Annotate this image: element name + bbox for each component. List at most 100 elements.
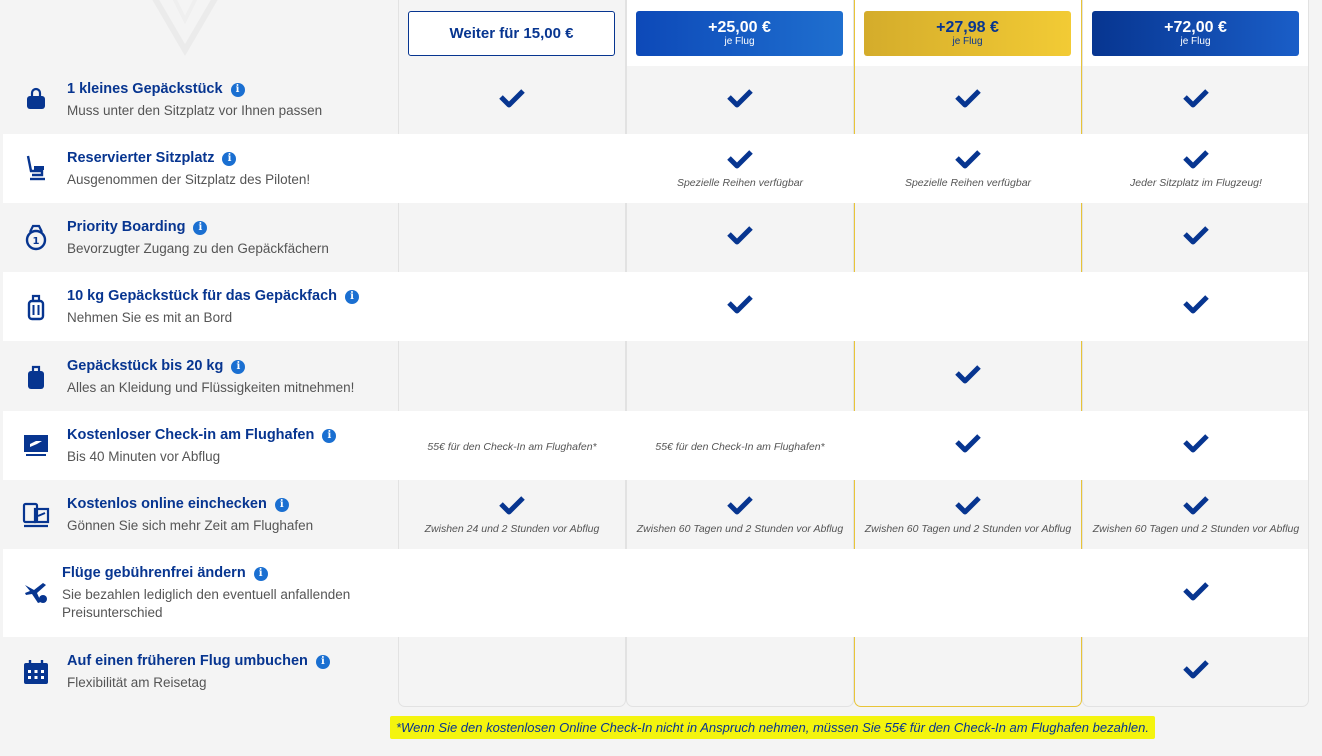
info-icon[interactable]: i: [345, 290, 359, 304]
feature-cell: [399, 341, 625, 411]
feature-cell: [1083, 411, 1309, 480]
feature-subtitle: Nehmen Sie es mit an Bord: [67, 310, 233, 325]
feature-title-text: Kostenlos online einchecken: [67, 496, 267, 512]
feature-cell: Zwishen 60 Tagen und 2 Stunden vor Abflu…: [627, 480, 853, 549]
feature-subtitle: Flexibilität am Reisetag: [67, 675, 207, 690]
feature-cell: Zwishen 24 und 2 Stunden vor Abflug: [399, 480, 625, 549]
feature-title: Kostenloser Check-in am Flughafen i: [67, 427, 337, 443]
priority-icon: 1: [21, 223, 51, 253]
suitcase-icon: [21, 362, 51, 392]
checkmark-icon: [955, 433, 981, 458]
footnote: *Wenn Sie den kostenlosen Online Check-I…: [390, 716, 1155, 739]
feature-note: 55€ für den Check-In am Flughafen*: [655, 441, 825, 453]
checkmark-icon: [1183, 433, 1209, 458]
plan-price-flexi: +72,00 €: [1164, 19, 1227, 36]
feature-cell: [855, 411, 1081, 480]
feature-cell: [627, 637, 853, 706]
feature-row: 1 Priority Boarding i Bevorzugter Zugang zu…: [3, 203, 1308, 272]
checkmark-icon: [499, 495, 525, 520]
plane-change-icon: [21, 577, 51, 607]
info-icon[interactable]: i: [315, 655, 330, 669]
feature-cell: [855, 272, 1081, 341]
select-flexi-button[interactable]: +72,00 € je Flug: [1092, 11, 1299, 56]
feature-cell: [1083, 637, 1309, 706]
checkmark-icon: [955, 364, 981, 389]
feature-title-text: Reservierter Sitzplatz: [67, 150, 215, 166]
feature-label: Kostenlos online einchecken i Gönnen Sie s…: [3, 480, 398, 549]
select-regular-button[interactable]: +25,00 € je Flug: [636, 11, 843, 56]
feature-cell: Spezielle Reihen verfügbar: [627, 134, 853, 203]
feature-cell: Spezielle Reihen verfügbar: [855, 134, 1081, 203]
feature-cell: [1083, 341, 1309, 411]
feature-cell: [399, 637, 625, 706]
feature-row: Flüge gebührenfrei ändern i Sie bezahlen l…: [3, 549, 1308, 637]
feature-title-text: 10 kg Gepäckstück für das Gepäckfach: [67, 288, 337, 304]
feature-subtitle: Bevorzugter Zugang zu den Gepäckfächern: [67, 241, 329, 256]
feature-cell: [399, 134, 625, 203]
feature-note: Zwishen 60 Tagen und 2 Stunden vor Abflu…: [864, 522, 1072, 535]
info-icon[interactable]: i: [274, 498, 289, 512]
feature-cell: Zwishen 60 Tagen und 2 Stunden vor Abflu…: [855, 480, 1081, 549]
feature-label: 1 kleines Gepäckstück i Muss unter den Sit…: [3, 66, 398, 134]
continue-basic-button[interactable]: Weiter für 15,00 €: [408, 11, 615, 56]
feature-title-text: Gepäckstück bis 20 kg: [67, 358, 224, 374]
info-icon[interactable]: i: [193, 221, 208, 235]
info-icon[interactable]: i: [222, 152, 237, 166]
info-icon[interactable]: i: [231, 360, 246, 374]
checkmark-icon: [955, 495, 981, 520]
feature-cell: [399, 272, 625, 341]
feature-label: 10 kg Gepäckstück für das Gepäckfach i Neh…: [3, 272, 398, 341]
checkmark-icon: [955, 149, 981, 174]
feature-row: Auf einen früheren Flug umbuchen i Flexibi…: [3, 637, 1308, 706]
cabin-bag-icon: [21, 293, 51, 323]
feature-note: 55€ für den Check-In am Flughafen*: [427, 441, 597, 453]
checkmark-icon: [1183, 294, 1209, 319]
feature-label: Gepäckstück bis 20 kg i Alles an Kleidung …: [3, 341, 398, 411]
checkmark-icon: [1183, 495, 1209, 520]
calendar-icon: [21, 657, 51, 687]
feature-cell: [1083, 549, 1309, 637]
feature-note: Jeder Sitzplatz im Flugzeug!: [1130, 176, 1262, 189]
feature-cell: Zwishen 60 Tagen und 2 Stunden vor Abflu…: [1083, 480, 1309, 549]
feature-title: Reservierter Sitzplatz i: [67, 150, 237, 166]
checkmark-icon: [727, 294, 753, 319]
feature-title: Flüge gebührenfrei ändern i: [62, 565, 268, 581]
feature-title: 10 kg Gepäckstück für das Gepäckfach i: [67, 288, 359, 304]
feature-row: Kostenlos online einchecken i Gönnen Sie s…: [3, 480, 1308, 549]
boarding-pass-icon: [21, 429, 51, 459]
feature-cell: [1083, 272, 1309, 341]
feature-note: Zwishen 60 Tagen und 2 Stunden vor Abflu…: [1092, 522, 1300, 535]
checkmark-icon: [727, 88, 753, 113]
feature-cell: 55€ für den Check-In am Flughafen*: [627, 411, 853, 480]
feature-row: 1 kleines Gepäckstück i Muss unter den Sit…: [3, 66, 1308, 134]
feature-row: Kostenloser Check-in am Flughafen i Bis 40…: [3, 411, 1308, 480]
info-icon[interactable]: i: [230, 83, 245, 97]
feature-title-text: Auf einen früheren Flug umbuchen: [67, 653, 308, 669]
checkmark-icon: [955, 88, 981, 113]
plan-per-flight-label: je Flug: [1180, 36, 1211, 47]
info-icon[interactable]: i: [322, 429, 337, 443]
feature-cell: [627, 272, 853, 341]
feature-subtitle: Alles an Kleidung und Flüssigkeiten mitn…: [67, 380, 355, 395]
small-bag-icon: [21, 85, 51, 115]
feature-subtitle: Bis 40 Minuten vor Abflug: [67, 449, 221, 464]
checkmark-icon: [499, 88, 525, 113]
feature-label: 1 Priority Boarding i Bevorzugter Zugang zu…: [3, 203, 398, 272]
feature-row: Reservierter Sitzplatz i Ausgenommen der S…: [3, 134, 1308, 203]
feature-note: Zwishen 24 und 2 Stunden vor Abflug: [424, 522, 600, 535]
feature-title: Gepäckstück bis 20 kg i: [67, 358, 246, 374]
plan-price-plus: +27,98 €: [936, 19, 999, 36]
seat-icon: [21, 153, 51, 183]
feature-note: Zwishen 60 Tagen und 2 Stunden vor Abflu…: [636, 522, 844, 535]
select-plus-button[interactable]: +27,98 € je Flug: [864, 11, 1071, 56]
online-checkin-icon: [21, 500, 51, 530]
feature-title: 1 kleines Gepäckstück i: [67, 81, 245, 97]
feature-cell: [855, 549, 1081, 637]
info-icon[interactable]: i: [253, 567, 268, 581]
feature-subtitle: Sie bezahlen lediglich den eventuell anf…: [62, 587, 351, 620]
feature-title-text: 1 kleines Gepäckstück: [67, 81, 223, 97]
checkmark-icon: [1183, 149, 1209, 174]
checkmark-icon: [727, 149, 753, 174]
plan-price-basic: Weiter für 15,00 €: [449, 25, 574, 42]
feature-cell: [627, 549, 853, 637]
